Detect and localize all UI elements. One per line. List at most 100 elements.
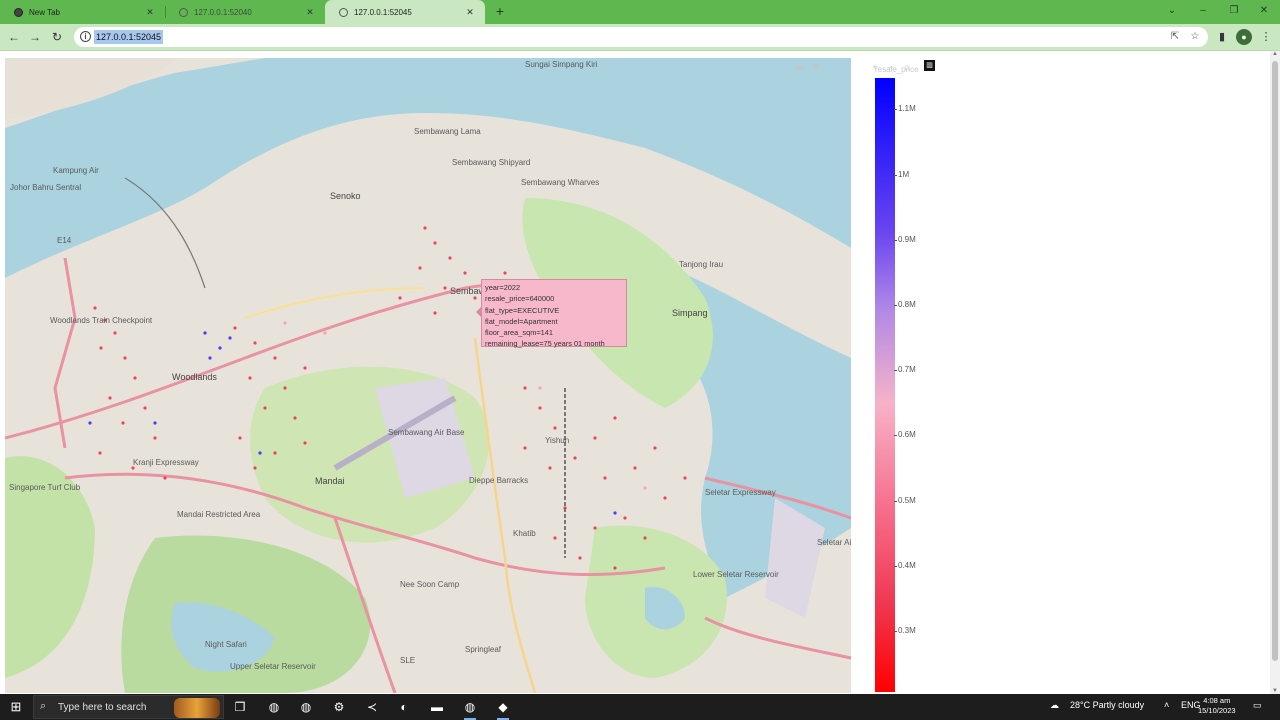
menu-kebab-icon[interactable]: ⋮ — [1258, 29, 1274, 45]
address-bar[interactable]: i 127.0.0.1:52045 ⇱ ☆ — [74, 27, 1208, 47]
profile-avatar-icon[interactable]: ● — [1236, 29, 1252, 45]
task-view-icon[interactable]: ❒ — [229, 697, 251, 717]
scrollbar-thumb[interactable] — [1272, 61, 1278, 661]
map-label: Lower Seletar Reservoir — [693, 570, 779, 579]
tab-close-icon[interactable]: ✕ — [145, 7, 155, 18]
colorbar-tick: 0.4M — [894, 561, 916, 570]
minimize-icon[interactable]: – — [1191, 2, 1215, 20]
colorbar-tick: 0.3M — [894, 626, 916, 635]
map-label: Upper Seletar Reservoir — [230, 662, 316, 671]
map-label: Simpang — [672, 308, 708, 318]
colorbar-tick: 0.8M — [894, 300, 916, 309]
notification-icon[interactable]: ▭ — [1253, 700, 1262, 711]
search-placeholder: Type here to search — [58, 702, 147, 713]
forward-arrow-icon[interactable]: → — [26, 28, 44, 46]
page-scrollbar[interactable]: ▲ ▼ — [1270, 51, 1280, 694]
weather-icon[interactable]: ☁ — [1050, 700, 1059, 711]
map-label: Kampung Air — [53, 166, 99, 175]
taskbar-search-box[interactable]: ⌕ Type here to search — [33, 695, 224, 719]
clock-date: 15/10/2023 — [1198, 706, 1236, 715]
toolbar-divider — [0, 50, 1280, 51]
lasso-icon[interactable]: ◌ — [827, 62, 837, 72]
plot-modebar: ◉ ✥ ◌ — [795, 62, 837, 72]
close-window-icon[interactable]: ✕ — [1252, 2, 1276, 20]
colorbar — [875, 78, 895, 692]
tooltip-line-price: resale_price=640000 — [485, 294, 555, 304]
reload-icon[interactable]: ↻ — [48, 28, 66, 46]
settings-icon[interactable]: ⚙ — [328, 697, 350, 717]
file-explorer-icon[interactable]: ▬ — [426, 697, 448, 717]
map-label: Woodlands — [172, 372, 217, 382]
globe-favicon-icon — [339, 7, 348, 17]
github-icon[interactable]: ◐ — [393, 697, 415, 717]
map-plot[interactable]: Sembawang Lama Sembawang Shipyard Sembaw… — [5, 58, 851, 693]
search-icon: ⌕ — [40, 700, 47, 712]
pan-icon[interactable]: ✥ — [811, 62, 821, 72]
map-label: Sembawang Wharves — [521, 178, 600, 187]
globe-favicon-icon — [179, 7, 188, 17]
colorbar-tick: 1M — [893, 170, 910, 179]
map-label: Khatib — [513, 529, 536, 538]
hover-tooltip: year=2022 resale_price=640000 flat_type=… — [481, 279, 627, 349]
tab-close-icon[interactable]: ✕ — [465, 7, 475, 18]
colorbar-tick: 0.9M — [894, 235, 916, 244]
tab-127-52040[interactable]: 127.0.0.1:52040 ✕ — [165, 0, 325, 24]
tooltip-line-floor-area: floor_area_sqm=141 — [485, 328, 553, 338]
tooltip-line-remaining-lease: remaining_lease=75 years 01 month — [485, 339, 605, 349]
url-text[interactable]: 127.0.0.1:52045 — [94, 30, 164, 44]
windows-start-icon[interactable]: ⊞ — [6, 699, 26, 715]
side-panel-icon[interactable]: ▮ — [1214, 29, 1230, 45]
tab-127-52045[interactable]: 127.0.0.1:52045 ✕ — [325, 0, 485, 24]
vscode-icon[interactable]: ≺ — [361, 697, 383, 717]
map-label: Sembawang Air Base — [388, 428, 465, 437]
map-label: Seletar Airport — [817, 538, 851, 547]
python-icon[interactable]: ◆ — [492, 697, 514, 720]
plotly-logo-icon[interactable]: ▥ — [924, 60, 935, 71]
map-label: Springleaf — [465, 645, 502, 654]
map-label: SLE — [400, 656, 416, 665]
new-tab-plus-icon[interactable]: + — [492, 3, 508, 19]
map-label: Seletar Expressway — [705, 488, 776, 497]
colorbar-tick: 1.1M — [894, 104, 916, 113]
bookmark-star-icon[interactable]: ☆ — [1188, 30, 1202, 44]
tab-search-chevron-icon[interactable]: ⌄ — [1160, 2, 1184, 20]
camera-icon[interactable]: ◉ — [795, 62, 805, 72]
colorbar-tick: 0.6M — [894, 430, 916, 439]
map-label: Dieppe Barracks — [469, 476, 529, 485]
map-label: Senoko — [330, 191, 361, 201]
restore-icon[interactable]: ❐ — [1222, 2, 1246, 20]
colorbar-tick: 0.5M — [894, 496, 916, 505]
map-label: Singapore Turf Club — [9, 483, 81, 492]
map-label: Mandai Restricted Area — [177, 510, 261, 519]
tab-close-icon[interactable]: ✕ — [305, 7, 315, 18]
tooltip-line-flat-model: flat_model=Apartment — [485, 316, 558, 326]
map-label: Nee Soon Camp — [400, 580, 460, 589]
map-label: Tanjong Irau — [679, 260, 724, 269]
colorbar-tick: 0.7M — [894, 365, 916, 374]
chrome-icon[interactable]: ◍ — [459, 697, 481, 720]
chrome-icon[interactable]: ◍ — [263, 697, 285, 717]
search-highlight-image — [174, 698, 220, 718]
tab-title: New Tab — [29, 7, 60, 17]
site-info-icon[interactable]: i — [80, 31, 91, 42]
back-arrow-icon[interactable]: ← — [5, 28, 23, 46]
colorbar-title: resale_price — [875, 65, 919, 74]
chrome-favicon-icon — [14, 7, 23, 17]
tab-title: 127.0.0.1:52040 — [194, 7, 252, 17]
scroll-up-icon[interactable]: ▲ — [1271, 51, 1279, 57]
map-label: Woodlands Train Checkpoint — [50, 316, 153, 325]
chrome-icon[interactable]: ◍ — [295, 697, 317, 717]
tooltip-line-year: year=2022 — [485, 283, 521, 292]
map-basemap — [5, 58, 851, 693]
map-label: E14 — [57, 236, 72, 245]
share-icon[interactable]: ⇱ — [1168, 30, 1182, 44]
weather-text[interactable]: 28°C Partly cloudy — [1070, 700, 1144, 710]
map-label: Kranji Expressway — [133, 458, 199, 467]
map-label: Yishun — [545, 436, 570, 445]
map-label: Night Safari — [205, 640, 247, 649]
windows-taskbar: ⊞ ⌕ Type here to search ❒ ◍ ◍ ⚙ ≺ ◐ ▬ ◍ … — [0, 694, 1280, 720]
tab-new-tab[interactable]: New Tab ✕ — [0, 0, 165, 24]
tab-title: 127.0.0.1:52045 — [354, 7, 412, 17]
clock[interactable]: 4:08 am 15/10/2023 — [1198, 696, 1236, 716]
tray-chevron-icon[interactable]: ˄ — [1164, 700, 1169, 710]
